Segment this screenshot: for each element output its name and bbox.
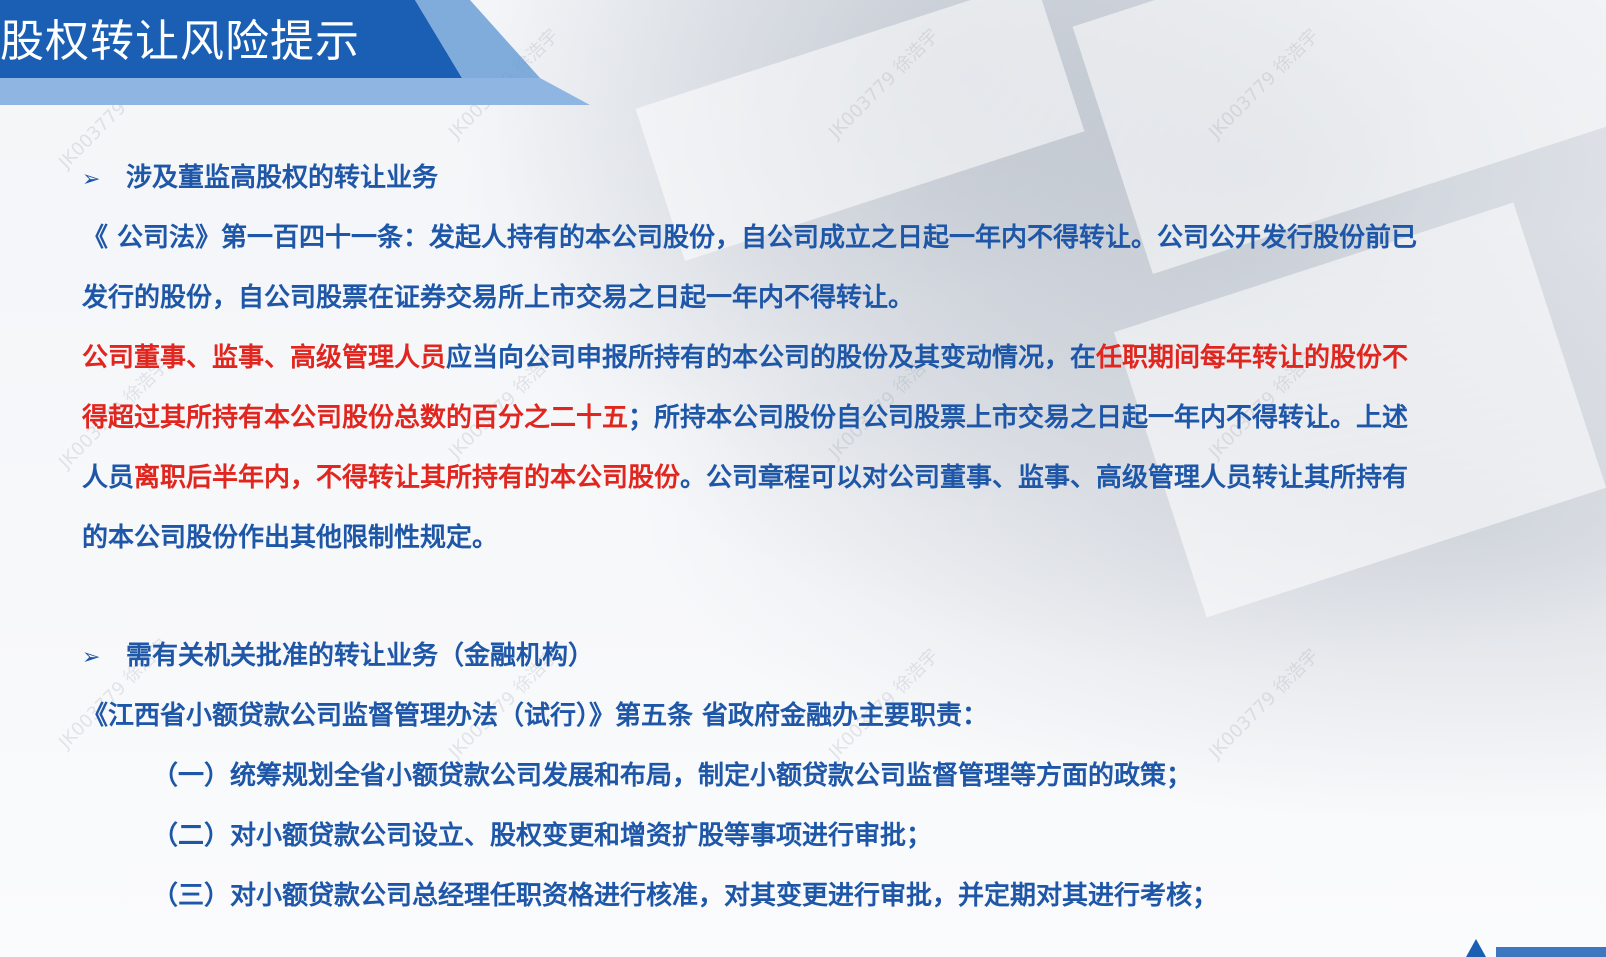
body-text: 。公司章程可以对公司董事、监事、高级管理人员转让其所持有 xyxy=(680,463,1409,493)
paragraph-line: 人员离职后半年内，不得转让其所持有的本公司股份。公司章程可以对公司董事、监事、高… xyxy=(82,448,1532,508)
paragraph-line: 《 公司法》第一百四十一条：发起人持有的本公司股份，自公司成立之日起一年内不得转… xyxy=(82,223,1418,253)
list-item: （三）对小额贷款公司总经理任职资格进行核准，对其变更进行审批，并定期对其进行考核… xyxy=(152,881,1219,911)
page-title: 股权转让风险提示 xyxy=(0,16,360,67)
list-item: （二）对小额贷款公司设立、股权变更和增资扩股等事项进行审批； xyxy=(152,821,933,851)
title-banner: 股权转让风险提示 xyxy=(0,0,600,105)
body-text: 人员 xyxy=(82,463,135,493)
section-heading-text: 涉及董监高股权的转让业务 xyxy=(126,163,439,193)
list-item: （一）统筹规划全省小额贷款公司发展和布局，制定小额贷款公司监督管理等方面的政策； xyxy=(152,761,1193,791)
corner-logo-icon xyxy=(1466,939,1606,957)
content-body: ➢ 涉及董监高股权的转让业务 《 公司法》第一百四十一条：发起人持有的本公司股份，… xyxy=(82,148,1532,926)
highlight-text: 得超过其所持有本公司股份总数的百分之二十五 xyxy=(82,403,629,433)
slide: JK003779 徐浩宇 JK003779 徐浩宇 JK003779 徐浩宇 J… xyxy=(0,0,1606,957)
body-text: ；所持本公司股份自公司股票上市交易之日起一年内不得转让。上述 xyxy=(628,403,1409,433)
paragraph-line: 发行的股份，自公司股票在证券交易所上市交易之日起一年内不得转让。 xyxy=(82,283,915,313)
highlight-text: 任职期间每年转让的股份不 xyxy=(1096,343,1409,373)
highlight-text: 公司董事、监事、高级管理人员 xyxy=(82,343,447,373)
paragraph-line: 的本公司股份作出其他限制性规定。 xyxy=(82,523,499,553)
section-heading-text: 需有关机关批准的转让业务（金融机构） xyxy=(126,641,595,671)
paragraph-line: 公司董事、监事、高级管理人员应当向公司申报所持有的本公司的股份及其变动情况，在任… xyxy=(82,328,1532,388)
arrow-bullet-icon: ➢ xyxy=(82,645,101,670)
body-text: 应当向公司申报所持有的本公司的股份及其变动情况，在 xyxy=(446,343,1097,373)
section-heading: ➢ 涉及董监高股权的转让业务 xyxy=(82,148,1532,208)
paragraph-line: 《江西省小额贷款公司监督管理办法（试行）》第五条 省政府金融办主要职责： xyxy=(82,701,989,731)
section-heading: ➢ 需有关机关批准的转让业务（金融机构） xyxy=(82,626,1532,686)
arrow-bullet-icon: ➢ xyxy=(82,167,101,192)
paragraph-line: 得超过其所持有本公司股份总数的百分之二十五；所持本公司股份自公司股票上市交易之日… xyxy=(82,388,1532,448)
highlight-text: 离职后半年内，不得转让其所持有的本公司股份 xyxy=(134,463,681,493)
